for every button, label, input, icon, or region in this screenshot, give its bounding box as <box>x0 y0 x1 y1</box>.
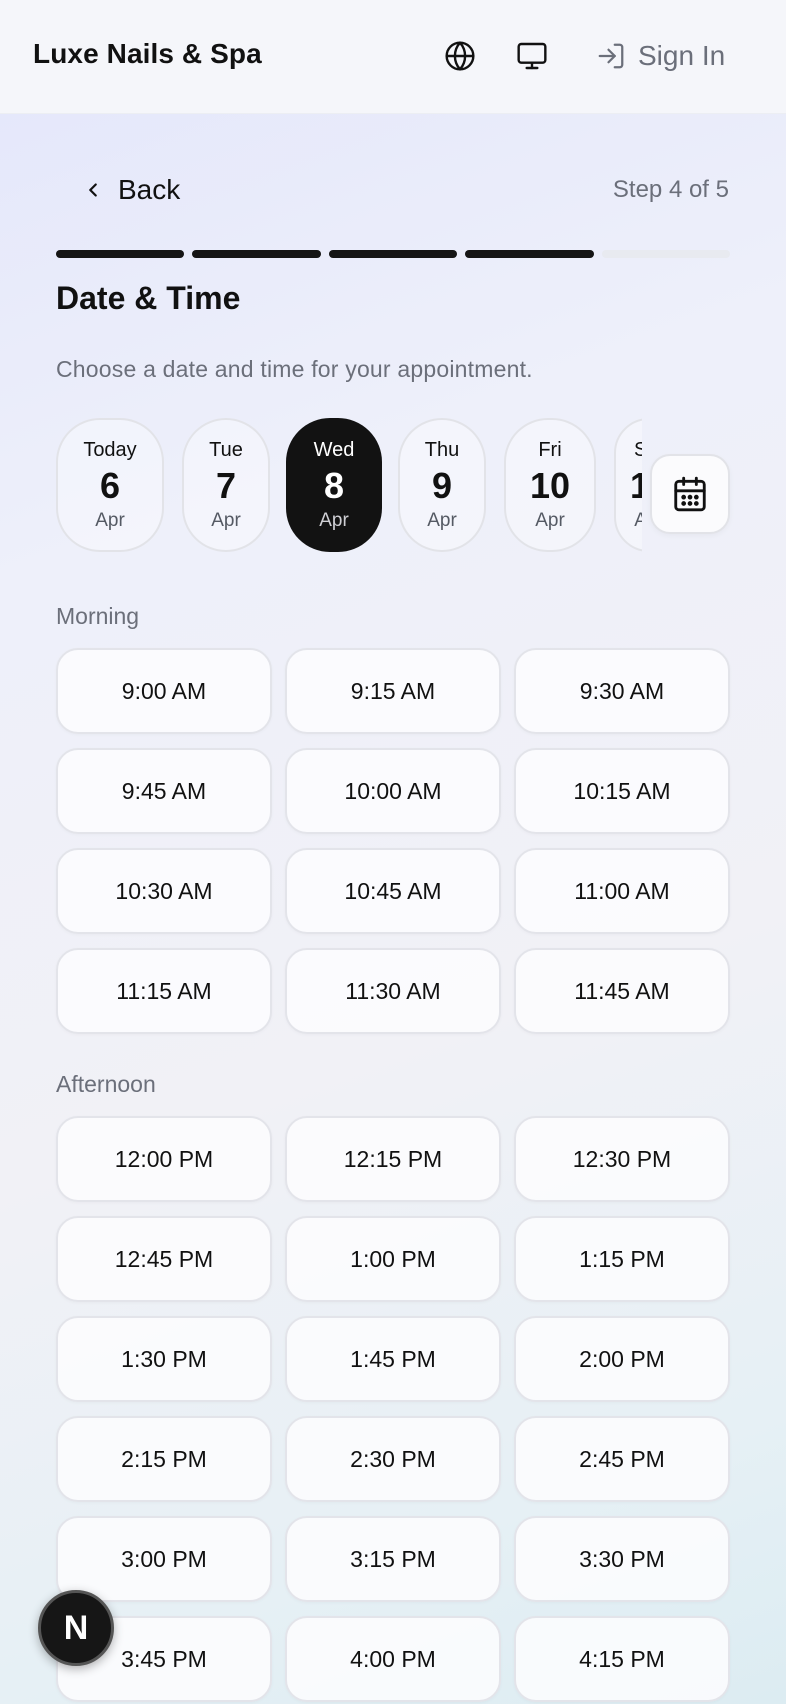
page-title: Date & Time <box>56 280 241 316</box>
date-weekday: Fri <box>538 438 562 461</box>
morning-slots: 9:00 AM 9:15 AM 9:30 AM 9:45 AM 10:00 AM 10:1… <box>56 648 730 1034</box>
time-slot-button[interactable]: 10:15 AM <box>514 748 730 834</box>
time-slot-button[interactable]: 10:00 AM <box>285 748 501 834</box>
log-in-icon <box>598 43 624 69</box>
time-slot-button[interactable]: 1:15 PM <box>514 1216 730 1302</box>
progress-segment <box>192 250 321 258</box>
brand-name[interactable]: Luxe Nails & Spa <box>33 38 262 70</box>
time-slot-button[interactable]: 3:00 PM <box>56 1516 272 1602</box>
date-option[interactable]: Tue 7 Apr <box>182 418 270 552</box>
date-month: Apr <box>535 509 565 531</box>
time-slot-button[interactable]: 10:30 AM <box>56 848 272 934</box>
globe-icon[interactable] <box>440 36 480 76</box>
nextjs-dev-badge[interactable]: N <box>38 1590 114 1666</box>
date-day: 11 <box>629 464 642 506</box>
progress-segment <box>601 250 731 258</box>
badge-letter: N <box>63 1608 89 1647</box>
progress-segment <box>56 250 185 258</box>
date-selector[interactable]: Today6AprTue7AprWed8AprThu9AprFri10AprSa… <box>56 418 642 552</box>
time-slot-button[interactable]: 9:45 AM <box>56 748 272 834</box>
date-day: 6 <box>99 464 121 506</box>
time-slot-button[interactable]: 9:30 AM <box>514 648 730 734</box>
time-slot-button[interactable]: 12:15 PM <box>285 1116 501 1202</box>
time-slot-button[interactable]: 12:00 PM <box>56 1116 272 1202</box>
date-weekday: Sat <box>633 438 642 461</box>
afternoon-slots: 12:00 PM 12:15 PM 12:30 PM 12:45 PM 1:00 PM 1… <box>56 1116 730 1702</box>
date-weekday: Thu <box>424 438 460 461</box>
chevron-left-icon <box>89 183 97 197</box>
time-slot-button[interactable]: 12:45 PM <box>56 1216 272 1302</box>
date-option[interactable]: Fri 10 Apr <box>504 418 596 552</box>
time-slot-button[interactable]: 4:15 PM <box>514 1616 730 1702</box>
step-counter: Step 4 of 5 <box>612 176 729 203</box>
time-slot-button[interactable]: 3:15 PM <box>285 1516 501 1602</box>
time-slot-button[interactable]: 3:30 PM <box>514 1516 730 1602</box>
date-day: 9 <box>431 464 453 506</box>
progress-segment <box>465 250 594 258</box>
calendar-button[interactable] <box>650 454 730 534</box>
time-slot-button[interactable]: 2:00 PM <box>514 1316 730 1402</box>
progress-segment <box>328 250 458 258</box>
time-slot-button[interactable]: 10:45 AM <box>285 848 501 934</box>
time-slot-button[interactable]: 11:00 AM <box>514 848 730 934</box>
time-slot-button[interactable]: 11:15 AM <box>56 948 272 1034</box>
date-month: Apr <box>634 509 642 531</box>
time-slot-button[interactable]: 1:30 PM <box>56 1316 272 1402</box>
date-option[interactable]: Today 6 Apr <box>56 418 164 552</box>
time-slot-button[interactable]: 2:30 PM <box>285 1416 501 1502</box>
time-slot-button[interactable]: 12:30 PM <box>514 1116 730 1202</box>
date-day: 8 <box>323 464 345 506</box>
date-month: Apr <box>427 509 457 531</box>
afternoon-label: Afternoon <box>56 1071 156 1097</box>
back-button[interactable]: Back <box>82 170 180 210</box>
monitor-icon[interactable] <box>512 36 552 76</box>
date-option[interactable]: Wed 8 Apr <box>286 418 382 552</box>
top-header: Luxe Nails & Spa Sign In <box>0 0 786 114</box>
date-option[interactable]: Sat 11 Apr <box>614 418 642 552</box>
date-day: 7 <box>215 464 237 506</box>
time-slot-button[interactable]: 11:30 AM <box>285 948 501 1034</box>
date-month: Apr <box>95 509 125 531</box>
page-subtitle: Choose a date and time for your appointm… <box>56 356 533 382</box>
date-weekday: Today <box>83 438 137 461</box>
date-option[interactable]: Thu 9 Apr <box>398 418 486 552</box>
time-slot-button[interactable]: 1:00 PM <box>285 1216 501 1302</box>
morning-label: Morning <box>56 603 140 629</box>
sign-in-button[interactable]: Sign In <box>596 36 725 76</box>
date-weekday: Tue <box>209 438 243 461</box>
date-day: 10 <box>529 464 571 506</box>
date-month: Apr <box>319 509 349 531</box>
time-slot-button[interactable]: 2:45 PM <box>514 1416 730 1502</box>
step-progress-bar <box>56 250 731 258</box>
time-slot-button[interactable]: 1:45 PM <box>285 1316 501 1402</box>
back-label: Back <box>118 174 181 205</box>
calendar-icon <box>674 476 706 512</box>
time-slot-button[interactable]: 9:15 AM <box>285 648 501 734</box>
time-slot-button[interactable]: 9:00 AM <box>56 648 272 734</box>
time-slot-button[interactable]: 4:00 PM <box>285 1616 501 1702</box>
time-slot-button[interactable]: 2:15 PM <box>56 1416 272 1502</box>
date-weekday: Wed <box>313 438 355 461</box>
time-slot-button[interactable]: 11:45 AM <box>514 948 730 1034</box>
sign-in-label: Sign In <box>638 40 726 71</box>
date-month: Apr <box>211 509 241 531</box>
